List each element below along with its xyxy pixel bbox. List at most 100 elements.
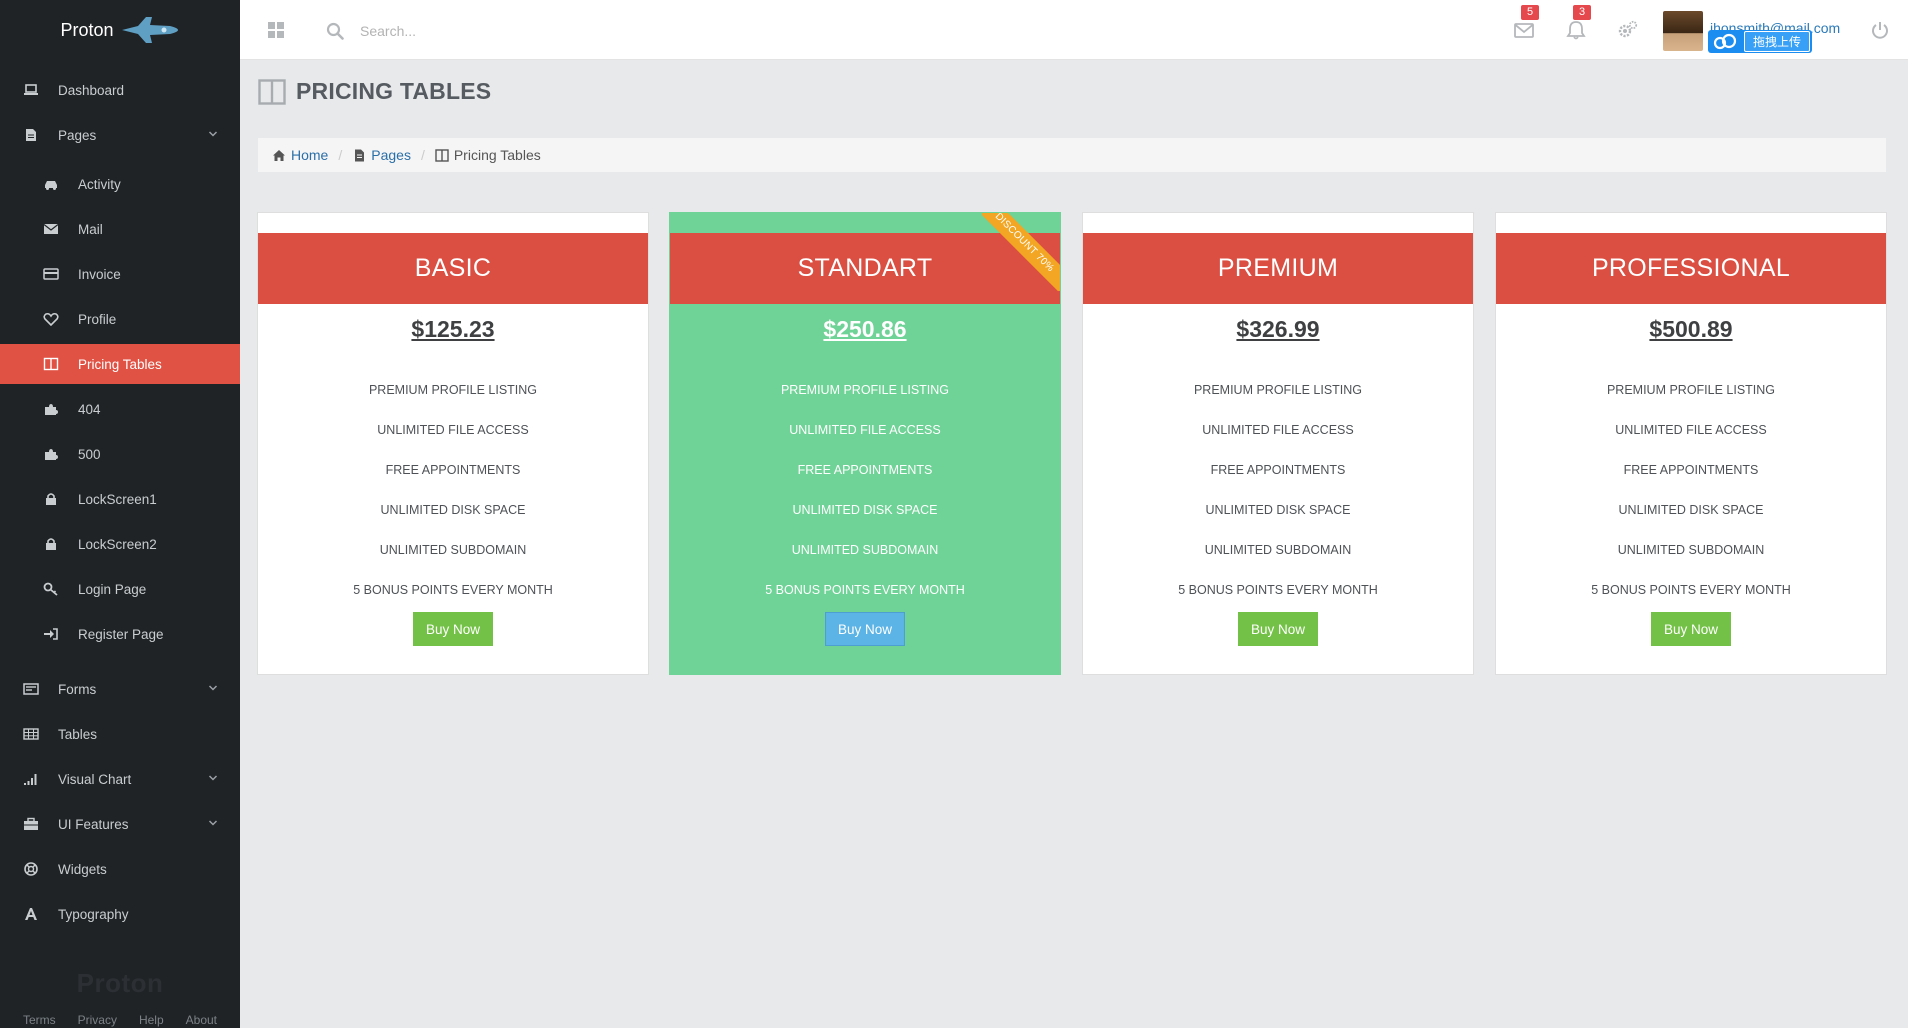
sidebar-item-forms[interactable]: Forms bbox=[0, 669, 240, 709]
lock-icon bbox=[42, 492, 60, 506]
file-icon bbox=[22, 128, 40, 142]
sidebar-item-label: LockScreen2 bbox=[78, 536, 157, 552]
breadcrumb-pages-label[interactable]: Pages bbox=[371, 147, 411, 163]
feature-item: PREMIUM PROFILE LISTING bbox=[780, 383, 950, 397]
cloud-icon bbox=[1713, 33, 1737, 50]
car-icon bbox=[42, 177, 60, 191]
footer-link-terms[interactable]: Terms bbox=[23, 1013, 56, 1027]
sidebar-item-lockscreen2[interactable]: LockScreen2 bbox=[0, 524, 240, 564]
sidebar-item-label: Pricing Tables bbox=[78, 356, 162, 372]
feature-item: 5 BONUS POINTS EVERY MONTH bbox=[765, 583, 965, 597]
sidebar: Proton Dashboard Pages Activity Mail Invoice… bbox=[0, 0, 240, 1028]
sidebar-item-label: Forms bbox=[58, 681, 97, 697]
sidebar-item-tables[interactable]: Tables bbox=[0, 714, 240, 754]
form-icon bbox=[22, 682, 40, 696]
sidebar-item-label: 500 bbox=[78, 446, 101, 462]
power-icon[interactable] bbox=[1870, 20, 1890, 40]
feature-item: UNLIMITED SUBDOMAIN bbox=[1617, 543, 1765, 557]
upload-label: 拖拽上传 bbox=[1744, 31, 1811, 52]
buy-now-button[interactable]: Buy Now bbox=[825, 612, 905, 646]
pricing-card-basic: BASIC $125.23 PREMIUM PROFILE LISTING UN… bbox=[257, 212, 649, 675]
chevron-down-icon bbox=[208, 820, 218, 826]
sidebar-item-dashboard[interactable]: Dashboard bbox=[0, 70, 240, 110]
feature-item: UNLIMITED SUBDOMAIN bbox=[791, 543, 939, 557]
bell-icon[interactable] bbox=[1565, 20, 1587, 40]
sidebar-item-mail[interactable]: Mail bbox=[0, 209, 240, 249]
sidebar-footer-links: Terms Privacy Help About bbox=[0, 1013, 240, 1027]
brand-name: Proton bbox=[60, 19, 114, 40]
footer-link-about[interactable]: About bbox=[186, 1013, 217, 1027]
buy-now-button[interactable]: Buy Now bbox=[1238, 612, 1318, 646]
lock-icon bbox=[42, 537, 60, 551]
topbar: 5 3 jhonsmith@mail.com 拖拽上传 bbox=[240, 0, 1908, 60]
credit-card-icon bbox=[42, 267, 60, 281]
user-avatar[interactable] bbox=[1663, 11, 1703, 51]
chevron-down-icon bbox=[208, 685, 218, 691]
feature-item: 5 BONUS POINTS EVERY MONTH bbox=[1178, 583, 1378, 597]
upload-overlay[interactable]: 拖拽上传 bbox=[1708, 30, 1812, 53]
lifebuoy-icon bbox=[22, 862, 40, 876]
sidebar-item-label: Visual Chart bbox=[58, 771, 132, 787]
pricing-card-standart: STANDART DISCOUNT 70% $250.86 PREMIUM PR… bbox=[669, 212, 1061, 675]
sidebar-item-typography[interactable]: Typography bbox=[0, 894, 240, 934]
feature-list: PREMIUM PROFILE LISTING UNLIMITED FILE A… bbox=[1496, 370, 1886, 610]
breadcrumb-home[interactable]: Home bbox=[272, 147, 328, 163]
breadcrumb-pages[interactable]: Pages bbox=[352, 147, 411, 163]
sidebar-item-label: Activity bbox=[78, 176, 121, 192]
columns-icon bbox=[258, 78, 286, 105]
sidebar-item-500[interactable]: 500 bbox=[0, 434, 240, 474]
sidebar-item-label: UI Features bbox=[58, 816, 129, 832]
notification-badge: 3 bbox=[1573, 5, 1591, 20]
breadcrumb-home-label[interactable]: Home bbox=[291, 147, 328, 163]
breadcrumb-current: Pricing Tables bbox=[435, 147, 541, 163]
plan-price: $500.89 bbox=[1649, 316, 1733, 342]
feature-item: UNLIMITED SUBDOMAIN bbox=[379, 543, 527, 557]
feature-item: UNLIMITED FILE ACCESS bbox=[1202, 423, 1354, 437]
footer-link-privacy[interactable]: Privacy bbox=[78, 1013, 117, 1027]
sidebar-item-label: 404 bbox=[78, 401, 101, 417]
sidebar-footer-logo: Proton bbox=[76, 968, 164, 998]
laptop-icon bbox=[22, 83, 40, 97]
sidebar-item-profile[interactable]: Profile bbox=[0, 299, 240, 339]
feature-item: 5 BONUS POINTS EVERY MONTH bbox=[353, 583, 553, 597]
sidebar-item-label: Dashboard bbox=[58, 82, 125, 98]
feature-item: UNLIMITED FILE ACCESS bbox=[1615, 423, 1767, 437]
footer-link-help[interactable]: Help bbox=[139, 1013, 164, 1027]
briefcase-icon bbox=[22, 817, 40, 831]
sidebar-item-404[interactable]: 404 bbox=[0, 389, 240, 429]
columns-icon bbox=[42, 357, 60, 371]
feature-item: FREE APPOINTMENTS bbox=[1210, 463, 1346, 477]
feature-list: PREMIUM PROFILE LISTING UNLIMITED FILE A… bbox=[258, 370, 648, 610]
sidebar-item-register-page[interactable]: Register Page bbox=[0, 614, 240, 654]
sidebar-item-widgets[interactable]: Widgets bbox=[0, 849, 240, 889]
sidebar-item-activity[interactable]: Activity bbox=[0, 164, 240, 204]
feature-item: FREE APPOINTMENTS bbox=[797, 463, 933, 477]
envelope-icon[interactable] bbox=[1513, 20, 1535, 40]
sidebar-item-login-page[interactable]: Login Page bbox=[0, 569, 240, 609]
sidebar-item-visual-chart[interactable]: Visual Chart bbox=[0, 759, 240, 799]
search-input[interactable] bbox=[360, 18, 660, 44]
feature-list: PREMIUM PROFILE LISTING UNLIMITED FILE A… bbox=[670, 370, 1060, 610]
envelope-icon bbox=[42, 222, 60, 236]
plan-name: BASIC bbox=[258, 233, 648, 304]
feature-item: UNLIMITED DISK SPACE bbox=[380, 503, 526, 517]
sidebar-item-ui-features[interactable]: UI Features bbox=[0, 804, 240, 844]
grid-icon[interactable] bbox=[268, 22, 284, 38]
brand[interactable]: Proton bbox=[0, 0, 240, 60]
plan-name: PROFESSIONAL bbox=[1496, 233, 1886, 304]
sidebar-item-label: Profile bbox=[78, 311, 117, 327]
buy-now-button[interactable]: Buy Now bbox=[413, 612, 493, 646]
gears-icon[interactable] bbox=[1617, 20, 1639, 40]
sidebar-item-pages[interactable]: Pages bbox=[0, 115, 240, 155]
sidebar-item-pricing-tables[interactable]: Pricing Tables bbox=[0, 344, 240, 384]
sidebar-item-lockscreen1[interactable]: LockScreen1 bbox=[0, 479, 240, 519]
feature-item: PREMIUM PROFILE LISTING bbox=[1606, 383, 1776, 397]
key-icon bbox=[42, 582, 60, 596]
buy-now-button[interactable]: Buy Now bbox=[1651, 612, 1731, 646]
sign-in-icon bbox=[42, 627, 60, 641]
sidebar-item-label: Pages bbox=[58, 127, 97, 143]
sidebar-item-label: Typography bbox=[58, 906, 129, 922]
mail-badge: 5 bbox=[1521, 5, 1539, 20]
sidebar-item-invoice[interactable]: Invoice bbox=[0, 254, 240, 294]
feature-list: PREMIUM PROFILE LISTING UNLIMITED FILE A… bbox=[1083, 370, 1473, 610]
